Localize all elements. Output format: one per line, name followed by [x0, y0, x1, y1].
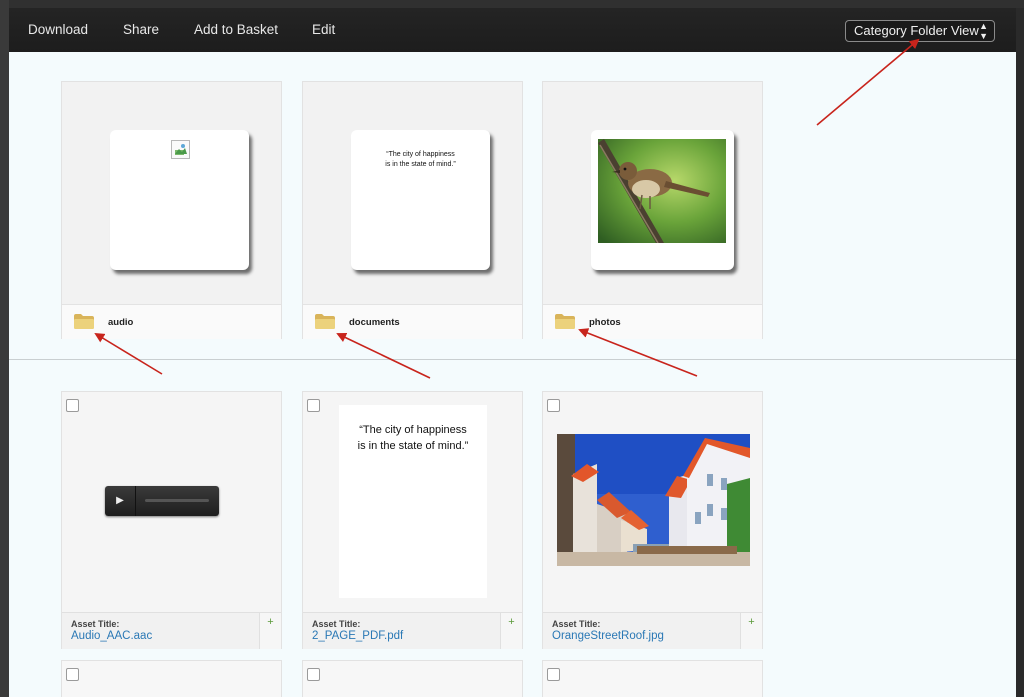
folder-thumbnail: [62, 82, 281, 304]
broken-image-icon: [171, 140, 190, 159]
quote-line: is in the state of mind.”: [385, 161, 456, 168]
view-mode-select[interactable]: Category Folder View ▲ ▼: [845, 20, 995, 42]
add-asset-button[interactable]: +: [740, 613, 762, 649]
folder-card-documents[interactable]: “The city of happiness is in the state o…: [302, 81, 523, 339]
asset-select-checkbox[interactable]: [66, 668, 79, 681]
window-right-edge: [1016, 8, 1024, 697]
folder-preview-quote: “The city of happiness is in the state o…: [351, 150, 490, 170]
play-icon[interactable]: ▶: [105, 486, 136, 516]
asset-filename-link[interactable]: OrangeStreetRoof.jpg: [552, 630, 664, 642]
asset-select-checkbox[interactable]: [307, 668, 320, 681]
audio-player[interactable]: ▶: [105, 486, 219, 516]
toolbar: Download Share Add to Basket Edit Catego…: [9, 8, 1016, 52]
folder-thumbnail: “The city of happiness is in the state o…: [303, 82, 522, 304]
folder-preview-page: “The city of happiness is in the state o…: [351, 130, 490, 270]
add-asset-button[interactable]: +: [500, 613, 522, 649]
download-button[interactable]: Download: [28, 22, 88, 37]
asset-select-checkbox[interactable]: [307, 399, 320, 412]
folder-preview-page: [591, 130, 734, 270]
folder-card-photos[interactable]: photos: [542, 81, 763, 339]
asset-thumbnail: ▶: [62, 392, 281, 612]
quote-line: “The city of happiness: [386, 151, 455, 158]
select-arrows-icon: ▲ ▼: [979, 21, 988, 41]
asset-footer: Asset Title: OrangeStreetRoof.jpg +: [543, 612, 762, 649]
folder-footer: photos: [543, 304, 762, 339]
quote-line: is in the state of mind.”: [357, 440, 469, 452]
pdf-page-preview: “The city of happiness is in the state o…: [339, 405, 487, 598]
folder-card-audio[interactable]: audio: [61, 81, 282, 339]
pdf-preview-quote: “The city of happiness is in the state o…: [339, 422, 487, 454]
asset-title-label: Asset Title:: [312, 619, 361, 629]
window-left-edge: [0, 0, 9, 697]
edit-button[interactable]: Edit: [312, 22, 335, 37]
share-button[interactable]: Share: [123, 22, 159, 37]
bird-photo-image: [598, 139, 726, 243]
asset-card-pdf[interactable]: “The city of happiness is in the state o…: [302, 391, 523, 649]
asset-title-label: Asset Title:: [71, 619, 120, 629]
asset-footer: Asset Title: Audio_AAC.aac +: [62, 612, 281, 649]
asset-card-audio[interactable]: ▶ Asset Title: Audio_AAC.aac +: [61, 391, 282, 649]
asset-select-checkbox[interactable]: [547, 668, 560, 681]
add-to-basket-button[interactable]: Add to Basket: [194, 22, 278, 37]
folder-preview-page: [110, 130, 249, 270]
folder-footer: documents: [303, 304, 522, 339]
asset-card-partial[interactable]: [302, 660, 523, 697]
asset-thumbnail: [543, 392, 762, 612]
folder-label: documents: [349, 317, 400, 328]
asset-card-photo[interactable]: Asset Title: OrangeStreetRoof.jpg +: [542, 391, 763, 649]
asset-footer: Asset Title: 2_PAGE_PDF.pdf +: [303, 612, 522, 649]
folder-thumbnail: [543, 82, 762, 304]
content-area: audio “The city of happiness is in the s…: [9, 52, 1016, 697]
quote-line: “The city of happiness: [359, 424, 467, 436]
audio-progress-track[interactable]: [145, 499, 209, 502]
street-photo-image: [557, 434, 750, 566]
asset-title-label: Asset Title:: [552, 619, 601, 629]
folder-label: audio: [108, 317, 134, 328]
asset-select-checkbox[interactable]: [547, 399, 560, 412]
add-asset-button[interactable]: +: [259, 613, 281, 649]
folder-footer: audio: [62, 304, 281, 339]
folder-label: photos: [589, 317, 621, 328]
folder-icon: [555, 314, 575, 329]
asset-card-partial[interactable]: [542, 660, 763, 697]
asset-card-partial[interactable]: [61, 660, 282, 697]
asset-filename-link[interactable]: 2_PAGE_PDF.pdf: [312, 630, 403, 642]
asset-thumbnail: “The city of happiness is in the state o…: [303, 392, 522, 612]
asset-filename-link[interactable]: Audio_AAC.aac: [71, 630, 152, 642]
folder-icon: [74, 314, 94, 329]
folder-icon: [315, 314, 335, 329]
view-mode-value: Category Folder View: [854, 23, 979, 38]
asset-select-checkbox[interactable]: [66, 399, 79, 412]
section-divider: [9, 359, 1016, 360]
window-top-strip: [0, 0, 1024, 8]
